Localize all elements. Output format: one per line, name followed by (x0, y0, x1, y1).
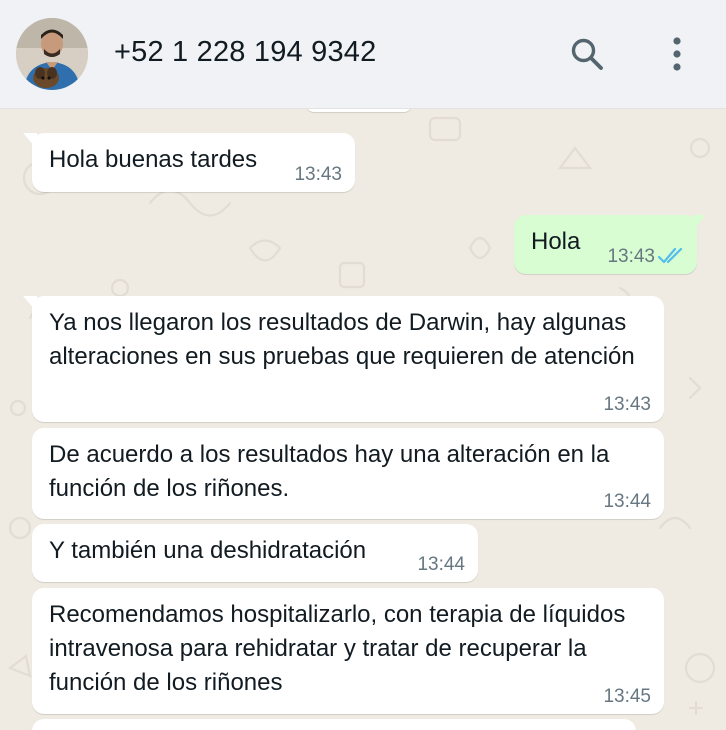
bubble-tail (23, 296, 37, 312)
message-text: Ya nos llegaron los resultados de Darwin… (49, 309, 635, 370)
whatsapp-chat-window: +52 1 228 194 9342 Hola buenas tardes 13… (0, 0, 726, 730)
message-text: Hola (531, 228, 581, 255)
more-options-button[interactable] (657, 34, 697, 74)
more-vertical-icon (673, 37, 681, 71)
message-time: 13:45 (603, 686, 651, 707)
message-bubble-incoming[interactable] (32, 719, 636, 730)
message-bubble-outgoing[interactable]: Hola 13:43 (514, 215, 706, 274)
contact-name[interactable]: +52 1 228 194 9342 (114, 36, 376, 69)
double-check-read-icon (657, 247, 683, 264)
avatar-photo (16, 18, 88, 90)
search-icon (571, 38, 603, 70)
chat-header: +52 1 228 194 9342 (0, 0, 726, 109)
contact-avatar[interactable] (16, 18, 88, 90)
message-text: Recomendamos hospitalizarlo, con terapia… (49, 601, 626, 696)
message-text: Y también una deshidratación (49, 537, 367, 564)
message-bubble-incoming[interactable]: De acuerdo a los resultados hay una alte… (32, 428, 664, 519)
message-time: 13:44 (417, 554, 465, 575)
message-bubble-incoming[interactable]: Recomendamos hospitalizarlo, con terapia… (32, 588, 664, 714)
message-time: 13:44 (603, 491, 651, 512)
message-time: 13:43 (603, 394, 651, 415)
message-bubble-incoming[interactable]: Ya nos llegaron los resultados de Darwin… (23, 296, 664, 422)
search-button[interactable] (567, 34, 607, 74)
message-text: Hola buenas tardes (49, 146, 258, 173)
message-time: 13:43 (294, 164, 342, 185)
message-bubble-incoming[interactable]: Hola buenas tardes 13:43 (23, 133, 355, 192)
message-text: De acuerdo a los resultados hay una alte… (49, 441, 610, 502)
message-bubble-incoming[interactable]: Y también una deshidratación 13:44 (32, 524, 478, 582)
bubble-tail (23, 133, 37, 149)
bubble-tail (692, 215, 706, 231)
message-time: 13:43 (607, 246, 655, 267)
